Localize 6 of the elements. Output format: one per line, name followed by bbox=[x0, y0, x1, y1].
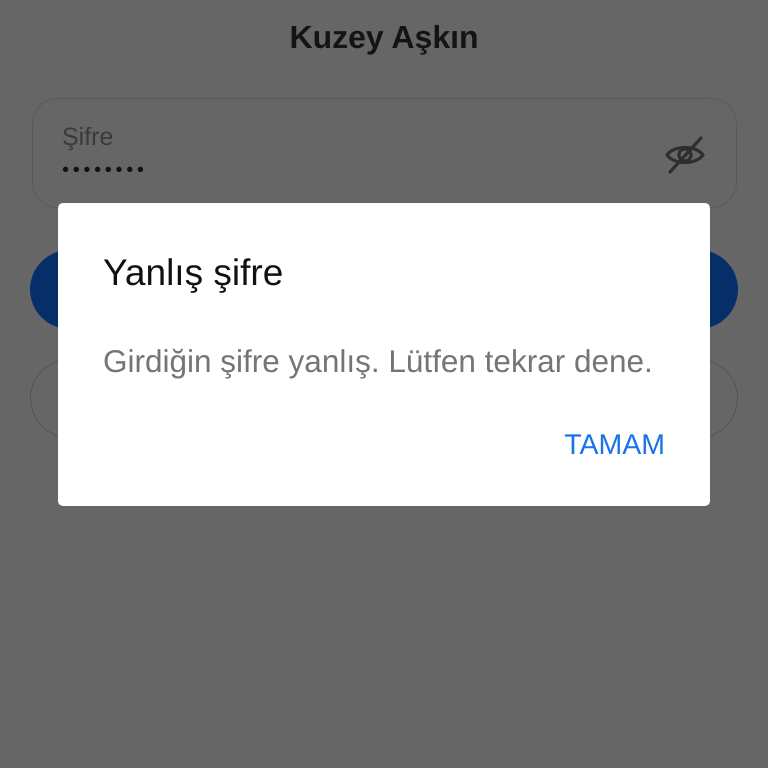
dialog-message: Girdiğin şifre yanlış. Lütfen tekrar dene. bbox=[103, 343, 653, 379]
password-value: •••••••• bbox=[62, 158, 148, 183]
dialog-title: Yanlış şifre bbox=[103, 252, 284, 294]
screen-title: Kuzey Aşkın bbox=[289, 18, 479, 56]
eye-slash-icon[interactable] bbox=[664, 135, 706, 175]
ok-button[interactable]: TAMAM bbox=[564, 421, 665, 469]
